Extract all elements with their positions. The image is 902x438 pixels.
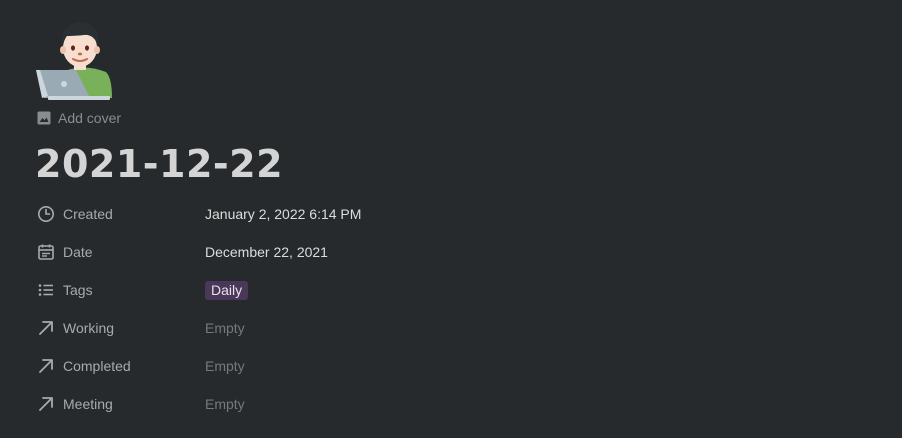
property-value-tags[interactable]: Daily bbox=[205, 280, 249, 300]
property-value-date[interactable]: December 22, 2021 bbox=[205, 244, 328, 260]
property-label: Working bbox=[63, 320, 115, 336]
property-value-completed[interactable]: Empty bbox=[205, 358, 245, 374]
property-value-meeting[interactable]: Empty bbox=[205, 396, 245, 412]
clock-icon bbox=[37, 205, 55, 223]
image-icon bbox=[37, 111, 51, 125]
add-cover-button[interactable]: Add cover bbox=[37, 110, 121, 126]
property-name-tags[interactable]: Tags bbox=[37, 281, 205, 299]
property-label: Date bbox=[63, 244, 93, 260]
calendar-icon bbox=[37, 243, 55, 261]
technologist-emoji-icon[interactable] bbox=[34, 14, 116, 100]
relation-arrow-icon bbox=[37, 357, 55, 375]
property-label: Completed bbox=[63, 358, 131, 374]
properties-list: Created January 2, 2022 6:14 PM Date Dec… bbox=[37, 195, 877, 423]
property-name-created[interactable]: Created bbox=[37, 205, 205, 223]
property-row-working: Working Empty bbox=[37, 309, 877, 347]
relation-arrow-icon bbox=[37, 395, 55, 413]
list-icon bbox=[37, 281, 55, 299]
property-name-meeting[interactable]: Meeting bbox=[37, 395, 205, 413]
property-label: Tags bbox=[63, 282, 93, 298]
property-name-date[interactable]: Date bbox=[37, 243, 205, 261]
property-name-working[interactable]: Working bbox=[37, 319, 205, 337]
tag-daily[interactable]: Daily bbox=[205, 280, 249, 300]
property-value-working[interactable]: Empty bbox=[205, 320, 245, 336]
property-value-created[interactable]: January 2, 2022 6:14 PM bbox=[205, 206, 361, 222]
property-row-meeting: Meeting Empty bbox=[37, 385, 877, 423]
add-cover-label: Add cover bbox=[58, 110, 122, 126]
property-row-tags: Tags Daily bbox=[37, 271, 877, 309]
property-label: Created bbox=[63, 206, 113, 222]
property-label: Meeting bbox=[63, 396, 113, 412]
property-row-date: Date December 22, 2021 bbox=[37, 233, 877, 271]
page: Add cover 2021-12-22 Created January 2, … bbox=[0, 0, 902, 438]
property-row-created: Created January 2, 2022 6:14 PM bbox=[37, 195, 877, 233]
property-row-completed: Completed Empty bbox=[37, 347, 877, 385]
property-name-completed[interactable]: Completed bbox=[37, 357, 205, 375]
page-title[interactable]: 2021-12-22 bbox=[35, 142, 283, 186]
relation-arrow-icon bbox=[37, 319, 55, 337]
